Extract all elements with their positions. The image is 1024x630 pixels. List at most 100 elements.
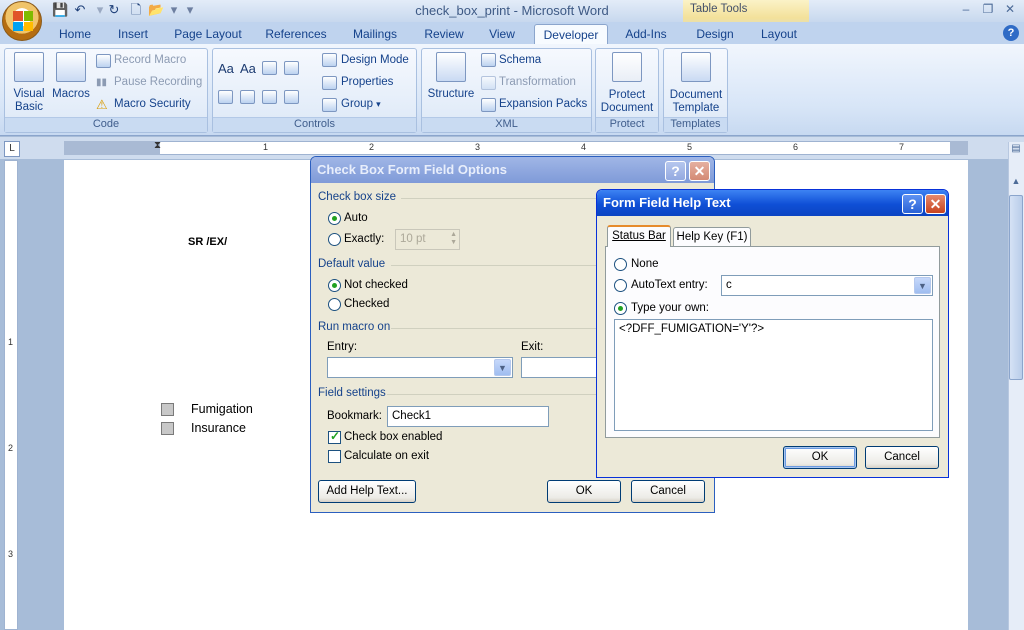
visual-basic-label: Visual Basic — [13, 88, 45, 113]
new-document-icon[interactable]: 🗋 — [128, 2, 144, 18]
tab-references[interactable]: References — [262, 25, 330, 44]
tab-design[interactable]: Design — [690, 25, 740, 44]
help-cancel-button[interactable]: Cancel — [865, 446, 939, 469]
vertical-ruler[interactable]: 1 2 3 — [4, 160, 18, 630]
record-macro-icon — [96, 54, 111, 68]
spinner-icon[interactable]: ▲ ▼ — [450, 231, 457, 247]
autotext-label: AutoText entry: — [631, 279, 708, 291]
scroll-up-icon[interactable]: ▲ — [1009, 176, 1023, 190]
expansion-packs-button[interactable]: Expansion Packs — [499, 98, 587, 110]
chevron-down-icon[interactable]: ▼ — [494, 359, 511, 376]
document-template-label-2: Template — [672, 102, 720, 114]
protect-document-label-2: Document — [600, 102, 654, 114]
exactly-size-input[interactable]: 10 pt ▲ ▼ — [395, 229, 460, 250]
check-box-enabled-checkbox[interactable] — [328, 429, 341, 444]
close-window-icon[interactable]: ✕ — [1000, 1, 1020, 17]
save-icon[interactable]: 💾 — [52, 2, 68, 18]
macros-label: Macros — [52, 88, 90, 100]
building-block-icon[interactable] — [284, 61, 299, 75]
autotext-radio[interactable] — [614, 279, 627, 292]
tab-home[interactable]: Home — [54, 25, 96, 44]
ok-button[interactable]: OK — [547, 480, 621, 503]
bookmark-input[interactable]: Check1 — [387, 406, 549, 427]
drop-down-list-icon[interactable] — [240, 90, 255, 104]
help-dialog-close-icon[interactable]: ✕ — [925, 194, 946, 214]
not-checked-radio[interactable] — [328, 279, 341, 292]
group-button[interactable]: Group ▾ — [341, 98, 381, 110]
tab-help-key[interactable]: Help Key (F1) — [673, 227, 751, 247]
not-checked-label: Not checked — [344, 279, 408, 291]
repeat-icon[interactable]: ↻ — [106, 2, 122, 18]
office-button[interactable] — [2, 1, 42, 41]
schema-button[interactable]: Schema — [499, 54, 541, 66]
structure-button[interactable]: Structure — [426, 52, 476, 104]
dialog-help-icon[interactable]: ? — [665, 161, 686, 181]
auto-radio[interactable] — [328, 212, 341, 225]
entry-macro-select[interactable]: ▼ — [327, 357, 513, 378]
tab-developer[interactable]: Developer — [534, 24, 608, 46]
none-label: None — [631, 258, 659, 270]
record-macro-button[interactable]: Record Macro — [114, 54, 186, 66]
open-icon[interactable]: 📂 — [148, 2, 164, 18]
macros-button[interactable]: Macros — [50, 52, 92, 104]
tab-stop-selector[interactable]: L — [4, 141, 20, 157]
structure-icon — [436, 52, 466, 82]
autotext-select[interactable]: c ▼ — [721, 275, 933, 296]
type-your-own-radio[interactable] — [614, 302, 627, 315]
view-ruler-icon[interactable]: ▤ — [1009, 143, 1023, 157]
design-mode-icon — [322, 53, 337, 67]
indent-marker-icon[interactable]: ⧗ — [154, 140, 161, 151]
text-control-icon[interactable]: Aa — [240, 61, 256, 76]
none-radio[interactable] — [614, 258, 627, 271]
pause-recording-button[interactable]: Pause Recording — [114, 76, 202, 88]
structure-label: Structure — [427, 88, 475, 100]
doc-checkbox-field[interactable] — [161, 403, 174, 416]
doc-checkbox-field[interactable] — [161, 422, 174, 435]
customize-qat-icon[interactable]: ▾ — [182, 2, 198, 18]
dialog-close-icon[interactable]: ✕ — [689, 161, 710, 181]
rich-text-control-icon[interactable]: Aa — [218, 61, 234, 76]
horizontal-ruler[interactable]: 1 2 3 4 5 6 7 — [64, 141, 968, 155]
checkbox-dialog-title: Check Box Form Field Options — [311, 157, 714, 183]
visual-basic-button[interactable]: Visual Basic — [10, 52, 48, 114]
combo-box-control-icon[interactable] — [218, 90, 233, 104]
tab-insert[interactable]: Insert — [112, 25, 154, 44]
tab-review[interactable]: Review — [420, 25, 468, 44]
undo-icon[interactable]: ↶ — [72, 2, 88, 18]
add-help-text-button[interactable]: Add Help Text... — [318, 480, 416, 503]
vruler-number: 1 — [8, 337, 14, 347]
doc-checkbox-label: Insurance — [191, 421, 246, 435]
help-icon[interactable]: ? — [1003, 25, 1019, 41]
tab-status-bar[interactable]: Status Bar — [607, 225, 671, 247]
tab-view[interactable]: View — [484, 25, 520, 44]
exactly-radio[interactable] — [328, 233, 341, 246]
macro-security-button[interactable]: Macro Security — [114, 98, 191, 110]
calculate-on-exit-checkbox[interactable] — [328, 450, 341, 463]
tab-add-ins[interactable]: Add-Ins — [620, 25, 672, 44]
tab-page-layout[interactable]: Page Layout — [172, 25, 244, 44]
exit-macro-select[interactable] — [521, 357, 601, 378]
ruler-left-margin — [64, 141, 160, 155]
date-picker-icon[interactable] — [262, 90, 277, 104]
transformation-button[interactable]: Transformation — [499, 76, 576, 88]
help-text-textarea[interactable]: <?DFF_FUMIGATION='Y'?> — [614, 319, 933, 431]
properties-button[interactable]: Properties — [341, 76, 393, 88]
transformation-icon — [481, 76, 496, 90]
chevron-down-icon[interactable]: ▼ — [914, 277, 931, 294]
tab-mailings[interactable]: Mailings — [348, 25, 402, 44]
scrollbar-thumb[interactable] — [1009, 195, 1023, 380]
document-template-button[interactable]: Document Template — [666, 52, 726, 116]
help-dialog-help-icon[interactable]: ? — [902, 194, 923, 214]
help-ok-button[interactable]: OK — [783, 446, 857, 469]
checked-radio[interactable] — [328, 298, 341, 311]
protect-document-button[interactable]: Protect Document — [598, 52, 656, 116]
exit-label: Exit: — [521, 341, 544, 353]
picture-control-icon[interactable] — [262, 61, 277, 75]
tab-layout[interactable]: Layout — [756, 25, 802, 44]
cancel-button[interactable]: Cancel — [631, 480, 705, 503]
minimize-icon[interactable]: – — [956, 1, 976, 17]
legacy-tools-icon[interactable] — [284, 90, 299, 104]
design-mode-button[interactable]: Design Mode — [341, 54, 409, 66]
qat-dropdown-icon[interactable]: ▾ — [166, 2, 182, 18]
restore-icon[interactable]: ❐ — [978, 1, 998, 17]
